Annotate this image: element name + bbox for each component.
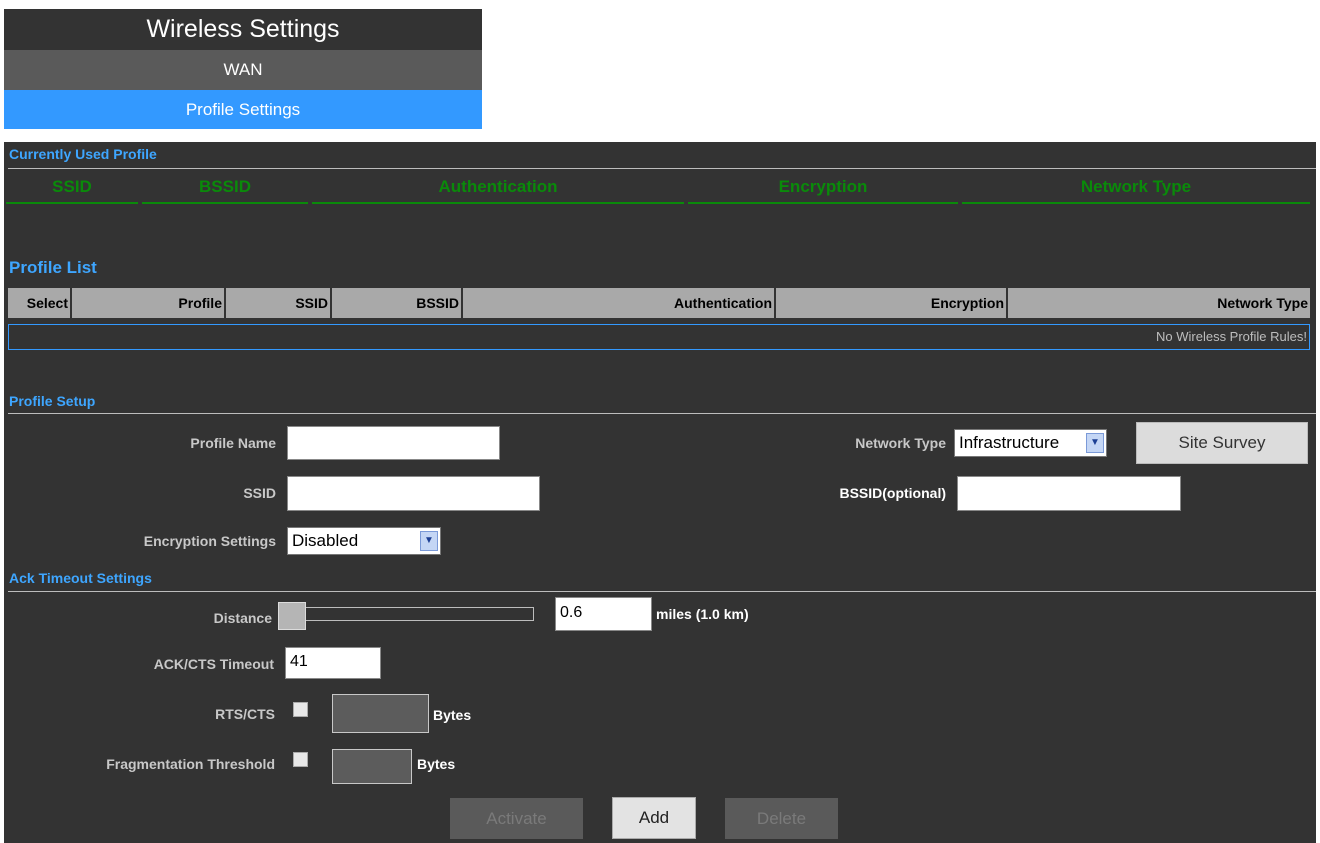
green-underline (962, 202, 1310, 204)
network-type-value: Infrastructure (959, 433, 1060, 452)
distance-input[interactable]: 0.6 (555, 597, 652, 631)
chevron-down-icon[interactable]: ▼ (420, 531, 438, 551)
delete-button[interactable]: Delete (725, 798, 838, 839)
green-underline (6, 202, 138, 204)
distance-unit: miles (1.0 km) (656, 606, 749, 622)
list-col-select: Select (8, 288, 72, 318)
menu-title: Wireless Settings (4, 9, 482, 50)
profile-list-title: Profile List (9, 258, 97, 277)
bssid-input[interactable] (957, 476, 1181, 511)
chevron-down-icon[interactable]: ▼ (1086, 433, 1104, 453)
distance-slider-thumb[interactable] (278, 602, 306, 630)
rts-cts-checkbox[interactable] (293, 702, 308, 717)
ack-cts-timeout-label: ACK/CTS Timeout (153, 656, 274, 672)
add-button[interactable]: Add (612, 797, 696, 839)
divider (8, 413, 1316, 414)
profile-setup-title: Profile Setup (9, 393, 96, 409)
ack-cts-timeout-input[interactable]: 41 (285, 647, 381, 679)
menu-item-wan[interactable]: WAN (4, 50, 482, 90)
divider (8, 168, 1316, 169)
fragmentation-threshold-label: Fragmentation Threshold (106, 756, 275, 772)
main-panel: Currently Used Profile SSID BSSID Authen… (4, 142, 1316, 843)
activate-button[interactable]: Activate (450, 798, 583, 839)
menu-item-profile-settings[interactable]: Profile Settings (4, 90, 482, 129)
fragmentation-threshold-checkbox[interactable] (293, 752, 308, 767)
ssid-input[interactable] (287, 476, 540, 511)
divider (8, 591, 1316, 592)
green-underline (688, 202, 958, 204)
distance-label: Distance (213, 610, 272, 626)
green-underline (142, 202, 308, 204)
fragmentation-bytes-unit: Bytes (417, 756, 456, 772)
rts-cts-label: RTS/CTS (215, 706, 275, 722)
current-col-network-type: Network Type (1080, 177, 1192, 196)
list-col-profile: Profile (72, 288, 226, 318)
list-col-bssid: BSSID (332, 288, 463, 318)
current-col-encryption: Encryption (778, 177, 868, 196)
rts-cts-bytes-unit: Bytes (433, 707, 472, 723)
encryption-value: Disabled (292, 531, 359, 550)
current-profile-title: Currently Used Profile (9, 146, 157, 162)
rts-cts-bytes-input (332, 694, 429, 733)
profile-name-label: Profile Name (190, 435, 276, 451)
network-type-select[interactable]: Infrastructure ▼ (954, 429, 1107, 457)
distance-slider[interactable] (278, 607, 534, 621)
ack-timeout-title: Ack Timeout Settings (9, 570, 152, 586)
profile-name-input[interactable] (287, 426, 500, 460)
fragmentation-bytes-input (332, 749, 412, 784)
list-col-network-type: Network Type (1008, 288, 1310, 318)
empty-list-message: No Wireless Profile Rules! (8, 324, 1310, 350)
encryption-settings-select[interactable]: Disabled ▼ (287, 527, 441, 555)
current-col-ssid: SSID (52, 177, 92, 196)
list-col-encryption: Encryption (776, 288, 1008, 318)
current-col-bssid: BSSID (199, 177, 251, 196)
network-type-label: Network Type (855, 435, 946, 451)
ssid-label: SSID (243, 485, 276, 501)
bssid-label: BSSID(optional) (839, 485, 946, 501)
list-col-ssid: SSID (226, 288, 332, 318)
green-underline (312, 202, 684, 204)
site-survey-button[interactable]: Site Survey (1136, 422, 1308, 464)
current-col-authentication: Authentication (438, 177, 558, 196)
encryption-settings-label: Encryption Settings (143, 533, 276, 549)
wireless-menu: Wireless Settings WAN Profile Settings (4, 9, 482, 129)
list-col-authentication: Authentication (463, 288, 776, 318)
